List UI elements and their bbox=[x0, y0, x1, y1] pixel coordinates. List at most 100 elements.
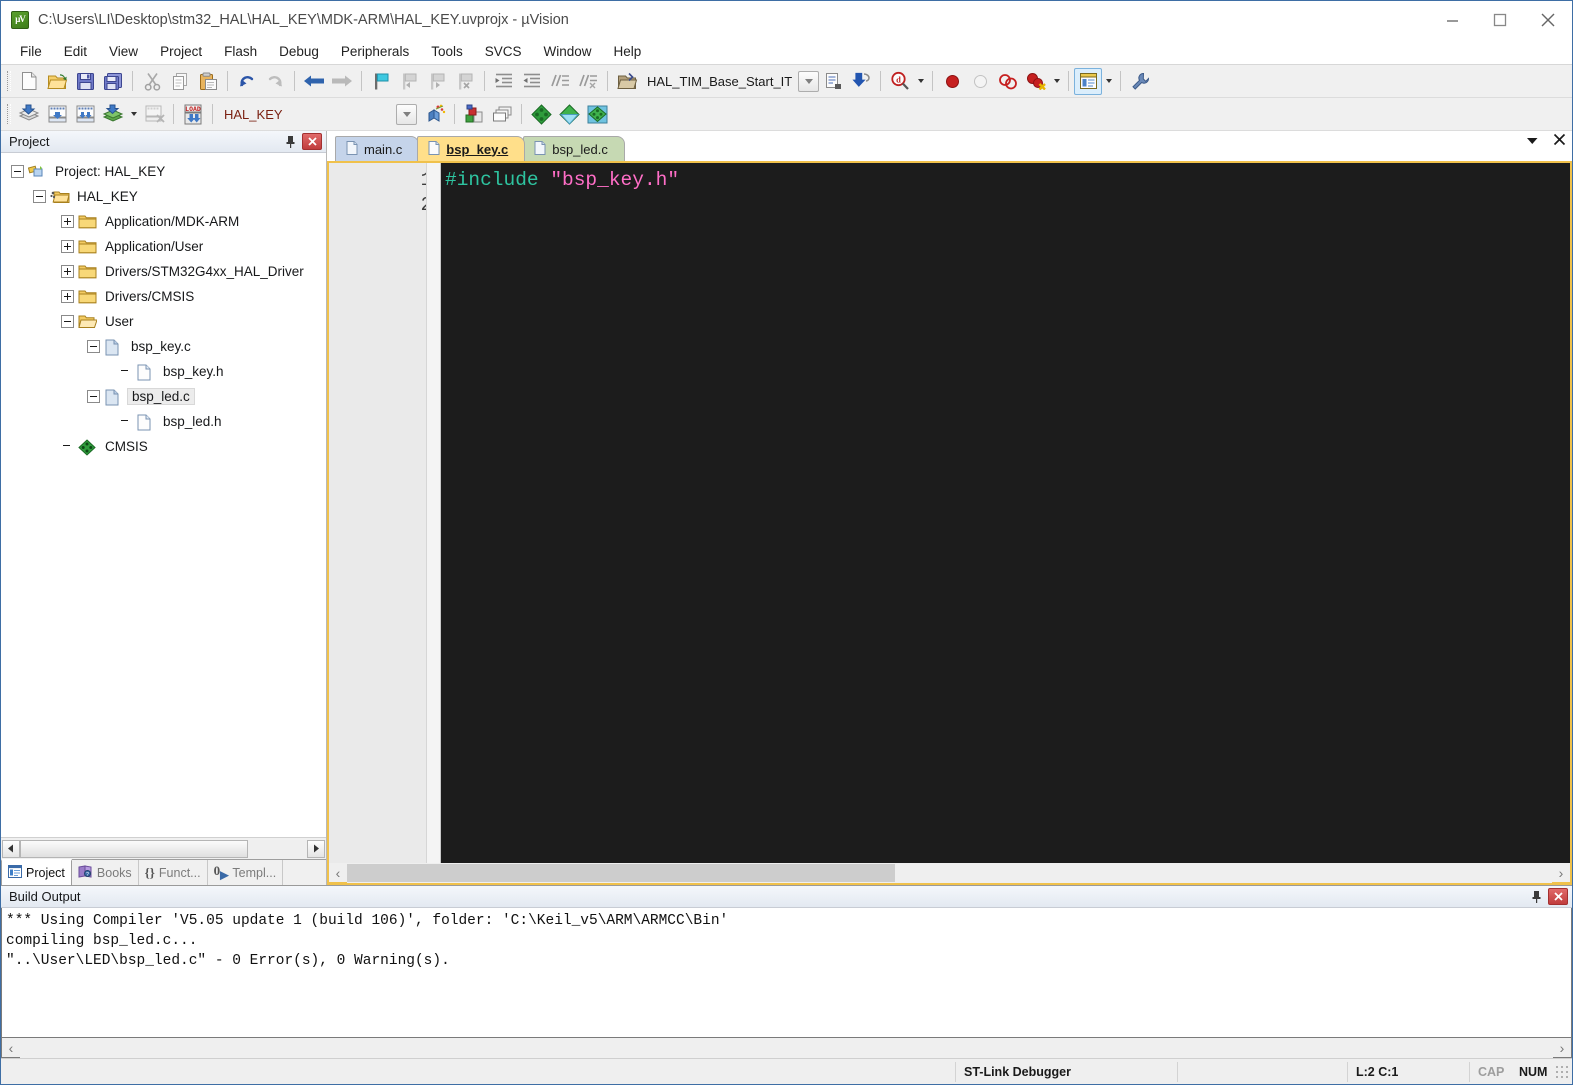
copy-icon[interactable] bbox=[166, 68, 194, 95]
build-output-close-button[interactable] bbox=[1548, 888, 1568, 905]
save-icon[interactable] bbox=[71, 68, 99, 95]
function-combo-dropdown[interactable] bbox=[798, 70, 820, 92]
uncomment-icon[interactable] bbox=[574, 68, 602, 95]
goto-definition-icon[interactable] bbox=[819, 68, 847, 95]
tree-node-drivers-hal[interactable]: Drivers/STM32G4xx_HAL_Driver bbox=[1, 259, 326, 284]
new-file-icon[interactable] bbox=[15, 68, 43, 95]
tree-node-bsp-key-c[interactable]: bsp_key.c bbox=[1, 334, 326, 359]
resize-grip[interactable] bbox=[1555, 1064, 1569, 1079]
editor-hscrollbar[interactable]: ‹ › bbox=[327, 862, 1572, 885]
scroll-track[interactable] bbox=[20, 839, 307, 858]
tree-node-bsp-key-h[interactable]: bsp_key.h bbox=[1, 359, 326, 384]
window-layout-dropdown-arrow[interactable] bbox=[1102, 68, 1115, 95]
target-combo[interactable]: HAL_KEY bbox=[218, 103, 396, 125]
tree-node-application-user[interactable]: Application/User bbox=[1, 234, 326, 259]
function-combo[interactable]: HAL_TIM_Base_Start_IT bbox=[641, 70, 820, 92]
maximize-button[interactable] bbox=[1476, 1, 1524, 39]
breakpoint-kill-all-icon[interactable] bbox=[1022, 68, 1050, 95]
configure-icon[interactable] bbox=[1126, 68, 1154, 95]
indent-icon[interactable] bbox=[490, 68, 518, 95]
tree-node-bsp-led-h[interactable]: bsp_led.h bbox=[1, 409, 326, 434]
breakpoint-dropdown-arrow[interactable] bbox=[1050, 68, 1063, 95]
tab-books[interactable]: ? Books bbox=[72, 860, 139, 885]
tab-project[interactable]: Project bbox=[1, 859, 72, 885]
find-in-files-icon[interactable]: d bbox=[886, 68, 914, 95]
translate-icon[interactable] bbox=[15, 101, 43, 128]
project-panel-hscrollbar[interactable] bbox=[1, 837, 326, 859]
redo-icon[interactable] bbox=[261, 68, 289, 95]
menu-peripherals[interactable]: Peripherals bbox=[330, 41, 420, 62]
breakpoint-enable-icon[interactable] bbox=[966, 68, 994, 95]
manage-project-items-icon[interactable] bbox=[460, 101, 488, 128]
bookmark-clear-icon[interactable] bbox=[451, 68, 479, 95]
editor-close-icon[interactable] bbox=[1553, 133, 1566, 151]
menu-debug[interactable]: Debug bbox=[268, 41, 330, 62]
bookmark-toggle-icon[interactable] bbox=[367, 68, 395, 95]
build-icon[interactable] bbox=[43, 101, 71, 128]
tab-functions[interactable]: {} Funct... bbox=[139, 860, 208, 885]
open-file-icon[interactable] bbox=[43, 68, 71, 95]
tree-node-application-mdk-arm[interactable]: Application/MDK-ARM bbox=[1, 209, 326, 234]
tree-node-project[interactable]: Project: HAL_KEY bbox=[1, 159, 326, 184]
navigate-back-icon[interactable] bbox=[300, 68, 328, 95]
build-scroll-left-button[interactable]: ‹ bbox=[2, 1038, 20, 1058]
pack-installer-icon[interactable] bbox=[527, 101, 555, 128]
target-options-icon[interactable] bbox=[421, 101, 449, 128]
scroll-thumb[interactable] bbox=[20, 839, 248, 858]
batch-build-dropdown-arrow[interactable] bbox=[127, 101, 140, 128]
expander-minus-icon[interactable] bbox=[87, 340, 100, 353]
expander-minus-icon[interactable] bbox=[33, 190, 46, 203]
find-dropdown-arrow[interactable] bbox=[914, 68, 927, 95]
debug-start-icon[interactable] bbox=[847, 68, 875, 95]
editor-tablist-dropdown-icon[interactable] bbox=[1526, 133, 1539, 151]
expander-minus-icon[interactable] bbox=[61, 315, 74, 328]
build-output-text[interactable]: *** Using Compiler 'V5.05 update 1 (buil… bbox=[1, 908, 1572, 1038]
editor-tab-main-c[interactable]: main.c bbox=[335, 136, 420, 161]
rebuild-icon[interactable] bbox=[71, 101, 99, 128]
build-output-hscrollbar[interactable]: ‹ › bbox=[1, 1037, 1572, 1058]
outdent-icon[interactable] bbox=[518, 68, 546, 95]
undo-icon[interactable] bbox=[233, 68, 261, 95]
menu-tools[interactable]: Tools bbox=[420, 41, 474, 62]
toolbar-grip[interactable] bbox=[7, 71, 11, 91]
menu-view[interactable]: View bbox=[98, 41, 149, 62]
batch-build-icon[interactable] bbox=[99, 101, 127, 128]
expander-plus-icon[interactable] bbox=[61, 290, 74, 303]
paste-icon[interactable] bbox=[194, 68, 222, 95]
menu-file[interactable]: File bbox=[9, 41, 53, 62]
editor-scroll-track[interactable] bbox=[347, 862, 1552, 883]
expander-minus-icon[interactable] bbox=[87, 390, 100, 403]
stop-build-icon[interactable] bbox=[140, 101, 168, 128]
target-combo-dropdown[interactable] bbox=[396, 103, 417, 125]
editor-scroll-right-button[interactable]: › bbox=[1552, 863, 1570, 883]
tree-node-target[interactable]: HAL_KEY bbox=[1, 184, 326, 209]
cut-icon[interactable] bbox=[138, 68, 166, 95]
editor-tab-bsp-key-c[interactable]: bsp_key.c bbox=[417, 136, 526, 161]
tree-node-user[interactable]: User bbox=[1, 309, 326, 334]
menu-window[interactable]: Window bbox=[532, 41, 602, 62]
bookmark-next-icon[interactable] bbox=[423, 68, 451, 95]
scroll-right-button[interactable] bbox=[307, 839, 325, 858]
minimize-button[interactable] bbox=[1428, 1, 1476, 39]
build-scroll-track[interactable] bbox=[20, 1037, 1553, 1058]
editor-tab-bsp-led-c[interactable]: bsp_led.c bbox=[523, 136, 625, 161]
navigate-forward-icon[interactable] bbox=[328, 68, 356, 95]
save-all-icon[interactable] bbox=[99, 68, 127, 95]
menu-flash[interactable]: Flash bbox=[213, 41, 268, 62]
window-layout-icon[interactable] bbox=[1074, 67, 1103, 95]
build-scroll-right-button[interactable]: › bbox=[1553, 1038, 1571, 1058]
select-software-packs-icon[interactable] bbox=[583, 101, 611, 128]
pin-icon[interactable] bbox=[1527, 888, 1545, 906]
tree-node-bsp-led-c[interactable]: bsp_led.c bbox=[1, 384, 326, 409]
download-icon[interactable]: LOAD bbox=[179, 101, 207, 128]
manage-runtime-icon[interactable] bbox=[555, 101, 583, 128]
expander-plus-icon[interactable] bbox=[61, 240, 74, 253]
project-tree[interactable]: Project: HAL_KEY HAL_KEY Application/MDK… bbox=[1, 153, 326, 837]
code-content[interactable]: #include "bsp_key.h" bbox=[441, 163, 1570, 863]
multi-project-icon[interactable] bbox=[488, 101, 516, 128]
toolbar-grip[interactable] bbox=[7, 104, 11, 124]
tab-templates[interactable]: 0▶ Templ... bbox=[208, 860, 284, 885]
tree-node-drivers-cmsis[interactable]: Drivers/CMSIS bbox=[1, 284, 326, 309]
close-button[interactable] bbox=[1524, 1, 1572, 39]
project-panel-close-button[interactable] bbox=[302, 133, 322, 150]
